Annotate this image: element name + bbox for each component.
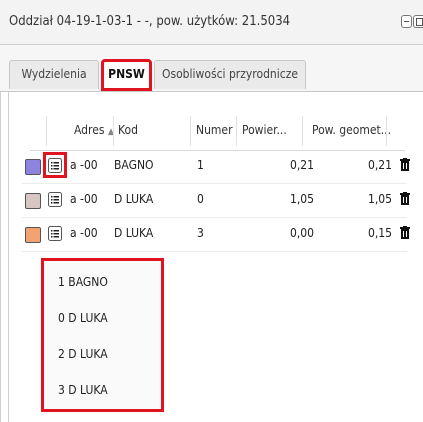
cell-numer: 1 bbox=[197, 158, 204, 172]
cell-powierzchnia: 1,05 bbox=[289, 192, 314, 206]
header-powierzchnia[interactable]: Powier... bbox=[242, 112, 287, 150]
cell-pow-geom: 1,05 bbox=[367, 192, 392, 206]
color-swatch[interactable] bbox=[25, 193, 41, 209]
dropdown-item[interactable]: 3 D LUKA bbox=[58, 383, 108, 397]
header-kod[interactable]: Kod bbox=[118, 112, 138, 150]
minimize-icon[interactable] bbox=[401, 15, 412, 28]
table-row[interactable]: a -00 D LUKA 0 1,05 1,05 bbox=[22, 183, 410, 218]
panel-divider bbox=[8, 92, 9, 422]
cell-powierzchnia: 0,00 bbox=[289, 226, 314, 240]
header-separator bbox=[46, 116, 47, 146]
delete-icon[interactable] bbox=[400, 192, 410, 205]
list-menu-icon[interactable] bbox=[48, 192, 62, 207]
header-separator bbox=[386, 116, 387, 146]
cell-pow-geom: 0,15 bbox=[367, 226, 392, 240]
cell-kod: BAGNO bbox=[114, 158, 154, 172]
delete-icon[interactable] bbox=[400, 158, 410, 171]
header-pow-geom[interactable]: Pow. geomet... bbox=[312, 112, 391, 150]
dropdown-menu: 1 BAGNO 0 D LUKA 2 D LUKA 3 D LUKA bbox=[41, 258, 164, 412]
dropdown-item[interactable]: 0 D LUKA bbox=[58, 311, 108, 325]
tab-bar: Wydzielenia PNSW Osobliwości przyrodnicz… bbox=[0, 45, 423, 92]
header-adres[interactable]: Adres ▲ bbox=[74, 112, 114, 150]
header-separator bbox=[190, 116, 191, 146]
cell-adres: a -00 bbox=[70, 226, 98, 240]
cell-adres: a -00 bbox=[70, 192, 98, 206]
dropdown-item[interactable]: 2 D LUKA bbox=[58, 347, 108, 361]
header-numer[interactable]: Numer bbox=[196, 112, 233, 150]
cell-numer: 0 bbox=[197, 192, 204, 206]
cell-adres: a -00 bbox=[70, 158, 98, 172]
header-separator bbox=[302, 116, 303, 146]
dropdown-item[interactable]: 1 BAGNO bbox=[58, 275, 108, 289]
cell-powierzchnia: 0,21 bbox=[289, 158, 314, 172]
tab-osobliwosci[interactable]: Osobliwości przyrodnicze bbox=[154, 60, 306, 89]
color-swatch[interactable] bbox=[25, 227, 41, 243]
tab-wydzielenia[interactable]: Wydzielenia bbox=[9, 60, 99, 89]
delete-icon[interactable] bbox=[400, 226, 410, 239]
table-row[interactable]: a -00 D LUKA 3 0,00 0,15 bbox=[22, 217, 410, 252]
cell-kod: D LUKA bbox=[114, 192, 154, 206]
title-bar: Oddział 04-19-1-03-1 - -, pow. użytków: … bbox=[0, 0, 423, 45]
cell-kod: D LUKA bbox=[114, 226, 154, 240]
list-menu-icon[interactable] bbox=[48, 226, 62, 241]
cell-pow-geom: 0,21 bbox=[367, 158, 392, 172]
color-swatch[interactable] bbox=[25, 159, 41, 175]
menu-icon-highlight bbox=[43, 152, 67, 178]
header-separator bbox=[113, 116, 114, 146]
cell-numer: 3 bbox=[197, 226, 204, 240]
table-header: Adres ▲ Kod Numer Powier... Pow. geomet.… bbox=[30, 112, 405, 151]
tab-pnsw[interactable]: PNSW bbox=[101, 59, 152, 91]
window-title: Oddział 04-19-1-03-1 - -, pow. użytków: … bbox=[9, 14, 291, 29]
maximize-icon[interactable] bbox=[413, 15, 423, 28]
table-row[interactable]: a -00 BAGNO 1 0,21 0,21 bbox=[22, 149, 410, 184]
header-separator bbox=[236, 116, 237, 146]
